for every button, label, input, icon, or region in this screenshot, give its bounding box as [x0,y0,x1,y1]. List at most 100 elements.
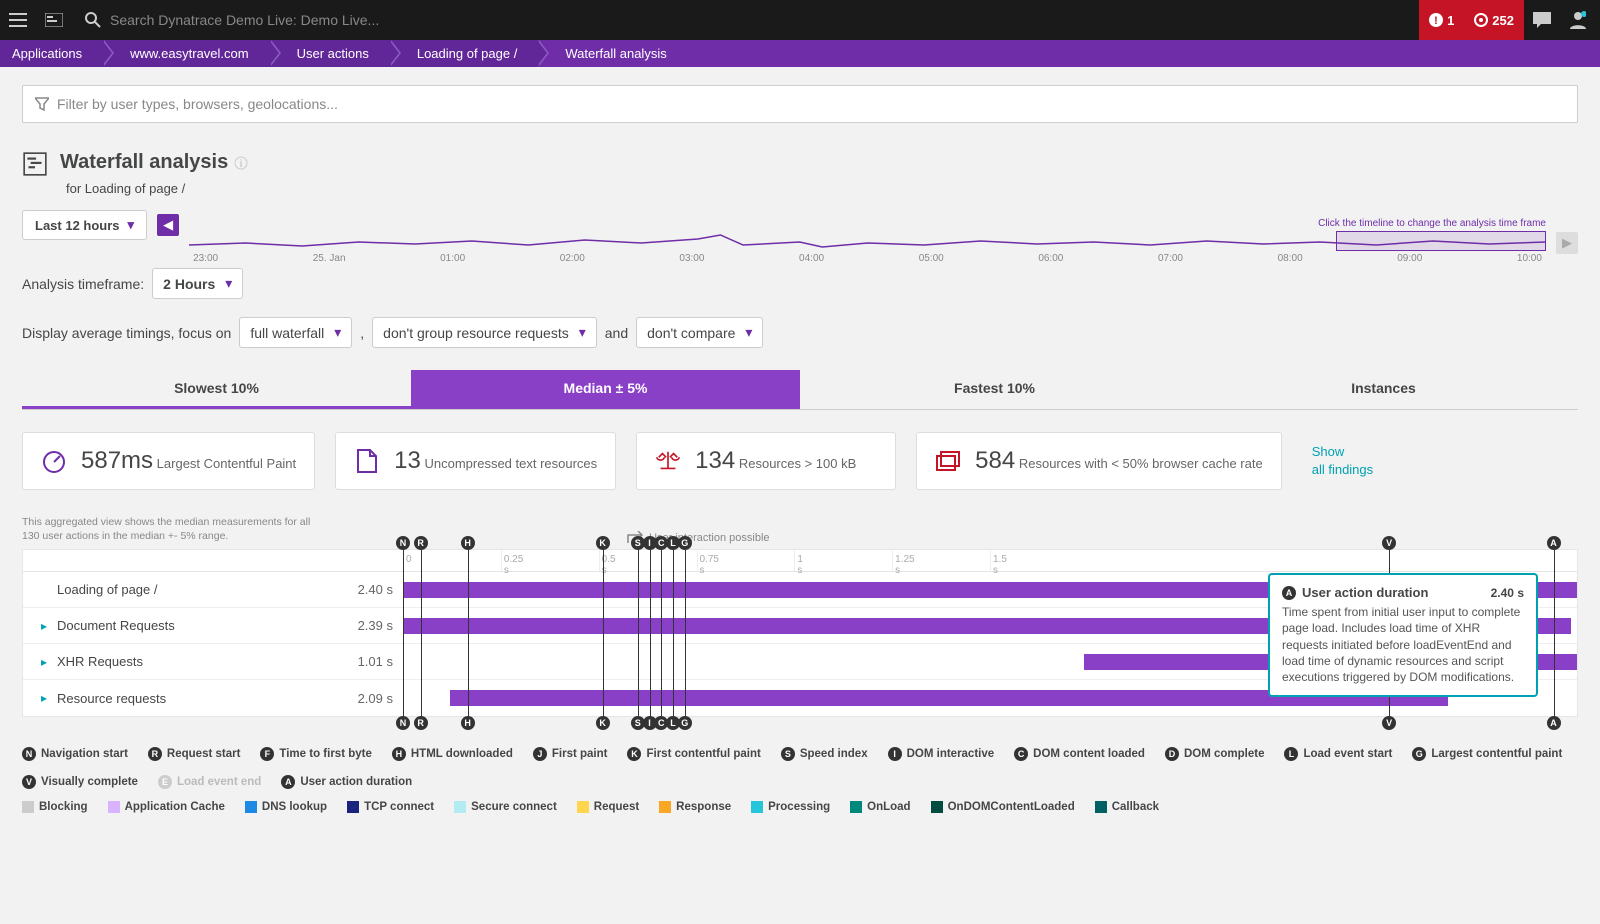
time-range-dropdown[interactable]: Last 12 hours▾ [22,210,147,240]
legend-milestone-item: SSpeed index [781,747,868,761]
timeline-tick: 09:00 [1397,253,1422,264]
milestone-marker-N[interactable]: N [396,536,410,550]
milestone-marker-H[interactable]: H [461,716,475,730]
legend-milestone-item: VVisually complete [22,775,138,789]
milestone-marker-K[interactable]: K [596,716,610,730]
tab-median-5-[interactable]: Median ± 5% [411,370,800,409]
timeline-tick: 06:00 [1038,253,1063,264]
legend-color-item: OnDOMContentLoaded [931,801,1075,813]
waterfall-row-label: XHR Requests [57,654,143,669]
filter-placeholder: Filter by user types, browsers, geolocat… [57,96,338,112]
scale-icon [655,448,681,474]
breadcrumb-item[interactable]: User actions [269,40,389,67]
timeline-tick: 01:00 [440,253,465,264]
legend-color-item: OnLoad [850,801,910,813]
info-icon[interactable]: i [234,156,248,170]
legend-color-item: Secure connect [454,801,557,813]
marker-tooltip: AUser action duration 2.40 s Time spent … [1268,573,1538,697]
legend-milestone-item: ELoad event end [158,775,261,789]
milestone-marker-A[interactable]: A [1547,536,1561,550]
svg-text:i: i [240,159,243,170]
finding-card[interactable]: 13 Uncompressed text resources [335,432,616,490]
finding-card[interactable]: 584 Resources with < 50% browser cache r… [916,432,1282,490]
grouping-dropdown[interactable]: don't group resource requests▾ [372,317,597,348]
user-icon[interactable] [1560,0,1596,40]
breadcrumb: Applicationswww.easytravel.comUser actio… [0,40,1600,67]
page-subtitle: for Loading of page / [66,181,1578,196]
waterfall-row-label: Document Requests [57,618,175,633]
filter-icon [35,97,49,111]
milestone-marker-N[interactable]: N [396,716,410,730]
analysis-timeframe-dropdown[interactable]: 2 Hours▾ [152,268,243,299]
timeline-next-button: ▶ [1556,232,1578,254]
color-legend: BlockingApplication CacheDNS lookupTCP c… [22,801,1578,813]
svg-text:!: ! [1434,15,1438,27]
timeline-tick: 10:00 [1517,253,1542,264]
legend-milestone-item: FTime to first byte [260,747,371,761]
timeline-hint: Click the timeline to change the analysi… [189,218,1546,229]
timeline-tick: 04:00 [799,253,824,264]
milestone-marker-A[interactable]: A [1547,716,1561,730]
milestone-marker-V[interactable]: V [1382,536,1396,550]
document-icon [354,448,380,474]
waterfall-note: This aggregated view shows the median me… [22,516,322,543]
layers-icon [935,448,961,474]
legend-color-item: TCP connect [347,801,434,813]
expand-icon[interactable]: ▸ [41,691,51,705]
tab-instances[interactable]: Instances [1189,370,1578,409]
breadcrumb-item[interactable]: Waterfall analysis [537,40,686,67]
timeline-prev-button[interactable]: ◀ [157,214,179,236]
milestone-marker-R[interactable]: R [414,536,428,550]
breadcrumb-item[interactable]: Applications [0,40,102,67]
expand-icon[interactable]: ▸ [41,619,51,633]
waterfall-row-label: Resource requests [57,691,166,706]
expand-icon[interactable]: ▸ [41,655,51,669]
legend-milestone-item: HHTML downloaded [392,747,513,761]
timeline-tick: 25. Jan [313,253,346,264]
timeline-tick: 05:00 [919,253,944,264]
milestone-legend: NNavigation startRRequest startFTime to … [22,747,1578,789]
timeline-tick: 23:00 [193,253,218,264]
legend-milestone-item: GLargest contentful paint [1412,747,1562,761]
waterfall-row-time: 2.40 s [343,582,403,597]
milestone-marker-G[interactable]: G [678,716,692,730]
milestone-marker-R[interactable]: R [414,716,428,730]
milestone-marker-G[interactable]: G [678,536,692,550]
filter-bar[interactable]: Filter by user types, browsers, geolocat… [22,85,1578,123]
legend-color-item: Callback [1095,801,1159,813]
waterfall-row-time: 1.01 s [343,654,403,669]
milestone-marker-H[interactable]: H [461,536,475,550]
show-all-findings-link[interactable]: Showall findings [1312,443,1373,479]
hamburger-icon[interactable] [4,6,32,34]
legend-milestone-item: LLoad event start [1284,747,1392,761]
dashboard-icon[interactable] [40,6,68,34]
tab-slowest-10-[interactable]: Slowest 10% [22,370,411,409]
display-timings-label: Display average timings, focus on [22,325,231,341]
tab-fastest-10-[interactable]: Fastest 10% [800,370,1189,409]
timeline-selection[interactable] [1336,231,1546,251]
waterfall-scope-dropdown[interactable]: full waterfall▾ [239,317,352,348]
chat-icon[interactable] [1524,0,1560,40]
search-icon[interactable] [84,11,102,29]
page-title: Waterfall analysisi [60,151,248,174]
breadcrumb-item[interactable]: Loading of page / [389,40,537,67]
compare-dropdown[interactable]: don't compare▾ [636,317,763,348]
legend-milestone-item: CDOM content loaded [1014,747,1145,761]
waterfall-icon [22,151,48,177]
legend-color-item: Request [577,801,639,813]
waterfall-row-label: Loading of page / [57,582,157,597]
legend-milestone-item: JFirst paint [533,747,608,761]
chevron-down-icon: ▾ [128,217,135,233]
timeline-tick: 08:00 [1278,253,1303,264]
analysis-timeframe-label: Analysis timeframe: [22,276,144,292]
finding-card[interactable]: 134 Resources > 100 kB [636,432,896,490]
timeline-chart[interactable]: Click the timeline to change the analysi… [189,218,1546,254]
breadcrumb-item[interactable]: www.easytravel.com [102,40,268,67]
global-search-input[interactable] [110,12,510,28]
alerts-badge[interactable]: !1 [1419,0,1464,40]
milestone-marker-V[interactable]: V [1382,716,1396,730]
problems-badge[interactable]: 252 [1464,0,1524,40]
milestone-marker-K[interactable]: K [596,536,610,550]
timeline-tick: 03:00 [679,253,704,264]
finding-card[interactable]: 587ms Largest Contentful Paint [22,432,315,490]
